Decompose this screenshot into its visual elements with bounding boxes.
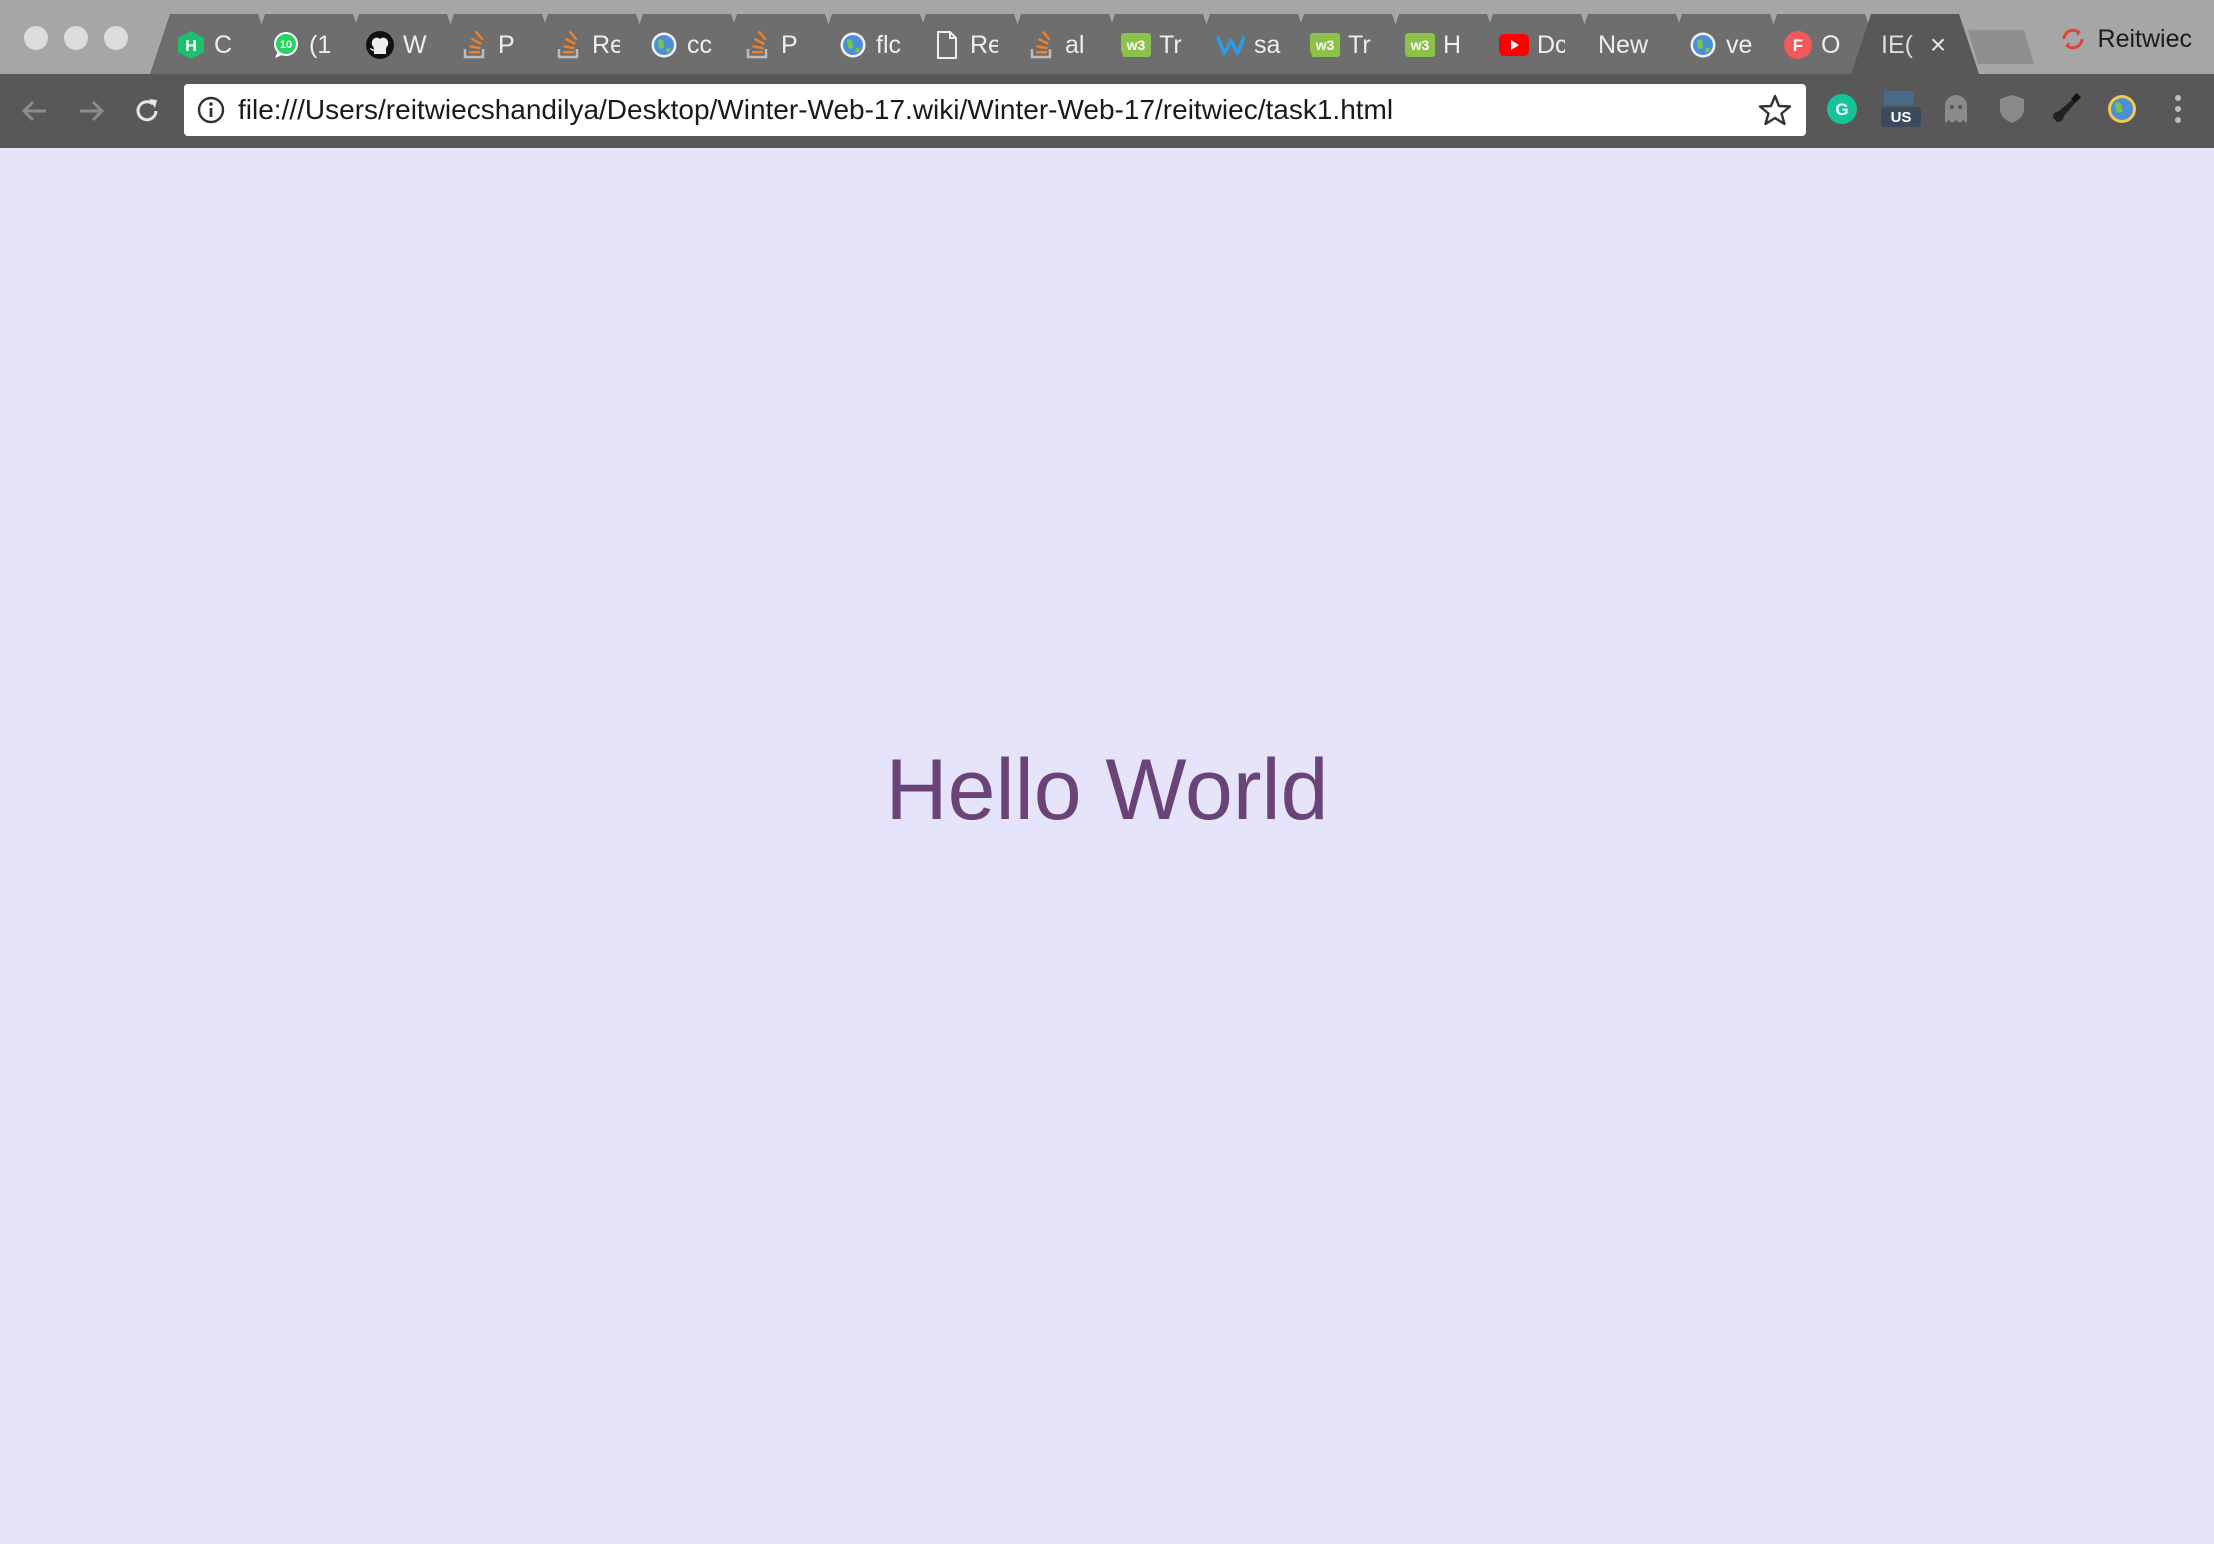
- grammarly-extension-button[interactable]: G: [1821, 90, 1863, 132]
- svg-text:US: US: [1891, 109, 1912, 126]
- svg-text:G: G: [1835, 100, 1848, 119]
- info-icon[interactable]: [196, 95, 226, 125]
- tab-title: H: [1443, 31, 1462, 59]
- tab-19[interactable]: IE( ×: [1851, 14, 1979, 74]
- svg-text:H: H: [185, 38, 197, 55]
- guitar-extension-button[interactable]: [2045, 90, 2087, 132]
- ghostery-extension-button[interactable]: [1935, 90, 1977, 132]
- zoom-window-button[interactable]: [104, 26, 128, 50]
- menu-kebab-extension-button[interactable]: [2157, 90, 2199, 132]
- svg-text:w3: w3: [1410, 37, 1430, 53]
- tab-title: Re: [970, 31, 998, 59]
- globe-extension-button[interactable]: [2101, 90, 2143, 132]
- tab-title: New: [1598, 31, 1649, 59]
- tab-title: Re: [592, 31, 620, 59]
- tab-title: ve: [1726, 31, 1753, 59]
- profile-name: Reitwiec: [2097, 24, 2192, 53]
- globe-icon: [2106, 93, 2138, 130]
- tab-title: sa: [1254, 31, 1281, 59]
- shield-extension-button[interactable]: [1991, 90, 2033, 132]
- hexagon-h-icon: H: [176, 30, 206, 60]
- tab-title: O: [1821, 31, 1841, 59]
- tab-title: cc: [687, 31, 712, 59]
- bookmark-star-icon[interactable]: [1758, 93, 1792, 127]
- tab-title: flc: [876, 31, 901, 59]
- arrow-right-icon: [80, 100, 105, 122]
- svg-text:10: 10: [280, 39, 292, 51]
- us-flag-icon: US: [1881, 89, 1921, 134]
- svg-text:F: F: [1793, 36, 1803, 55]
- tab-title: P: [781, 31, 798, 59]
- minimize-window-button[interactable]: [64, 26, 88, 50]
- tab-title: Tr: [1159, 31, 1182, 59]
- tab-1[interactable]: HC: [150, 14, 278, 74]
- shield-icon: [1997, 93, 2027, 130]
- tab-strip: H C 10 (1 W P Re cc Pflc Re al w3 Tr sa w3 Tr w3 H Dc New ve…: [150, 14, 1990, 74]
- tab-title: P: [498, 31, 515, 59]
- forward-button[interactable]: [70, 90, 112, 132]
- close-tab-icon[interactable]: ×: [1921, 28, 1955, 62]
- menu-kebab-icon: [2173, 92, 2183, 131]
- address-bar[interactable]: file:///Users/reitwiecshandilya/Desktop/…: [184, 84, 1806, 136]
- browser-toolbar: file:///Users/reitwiecshandilya/Desktop/…: [0, 74, 2214, 148]
- tab-title: (1: [309, 31, 332, 59]
- guitar-icon: [2049, 92, 2083, 131]
- grammarly-icon: G: [1825, 92, 1859, 131]
- close-window-button[interactable]: [24, 26, 48, 50]
- arrow-left-icon: [21, 100, 46, 122]
- tab-title: IE(: [1881, 31, 1913, 59]
- profile-button[interactable]: Reitwiec: [2058, 22, 2192, 56]
- back-button[interactable]: [14, 90, 56, 132]
- url-text[interactable]: file:///Users/reitwiecshandilya/Desktop/…: [238, 84, 1393, 136]
- tab-title: Dc: [1537, 31, 1565, 59]
- page-heading: Hello World: [885, 742, 1329, 838]
- ghostery-icon: [1941, 93, 1971, 130]
- reload-button[interactable]: [126, 90, 168, 132]
- reload-icon: [136, 99, 158, 122]
- tab-title: W: [403, 31, 427, 59]
- tab-title: C: [214, 31, 233, 59]
- page-viewport: Hello World: [0, 148, 2214, 1544]
- us-flag-extension-button[interactable]: US: [1880, 90, 1922, 132]
- sync-icon: [2062, 28, 2084, 50]
- tab-title: al: [1065, 31, 1085, 59]
- tab-title: Tr: [1348, 31, 1371, 59]
- title-bar: H C 10 (1 W P Re cc Pflc Re al w3 Tr sa w3 Tr w3 H Dc New ve…: [0, 0, 2214, 74]
